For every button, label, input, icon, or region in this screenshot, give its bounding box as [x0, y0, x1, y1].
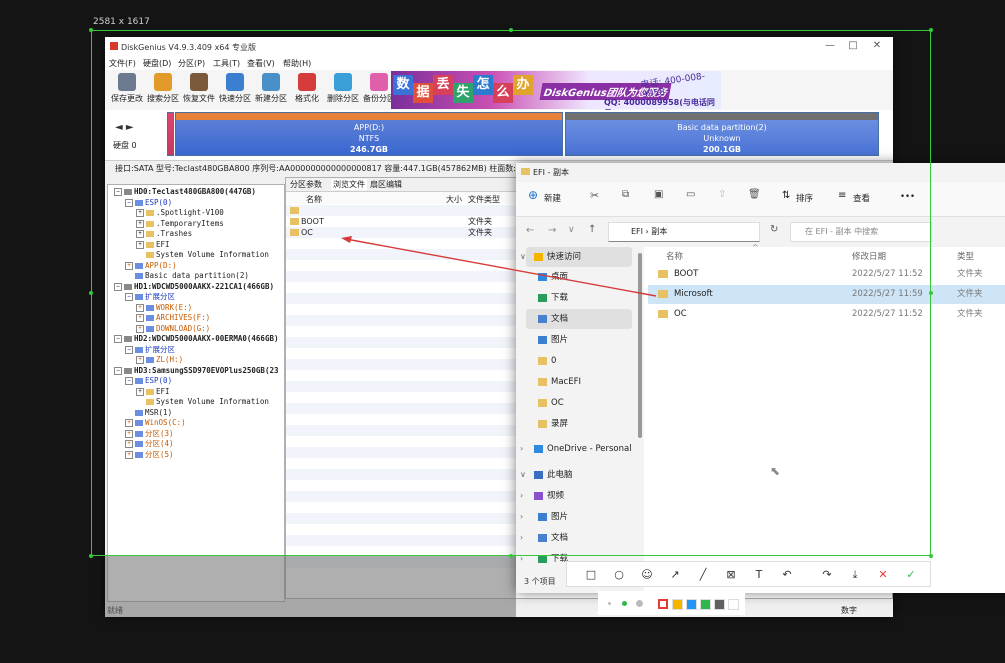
mouse-cursor-icon: ⬉: [770, 464, 781, 478]
explorer-status: 3 个项目: [524, 577, 556, 586]
cancel-icon[interactable]: ✕: [875, 567, 891, 583]
resize-handle[interactable]: [89, 28, 93, 32]
capture-frame[interactable]: [91, 30, 931, 556]
status-numlock: 数字: [841, 606, 857, 615]
large-dot-icon[interactable]: [635, 599, 643, 607]
file-type: 文件夹: [957, 289, 983, 299]
dim-overlay-bottom: [105, 556, 516, 617]
undo-icon[interactable]: ↶: [779, 567, 795, 583]
small-dot-icon[interactable]: [607, 601, 611, 605]
resize-handle[interactable]: [929, 291, 933, 295]
color-swatch[interactable]: [658, 599, 668, 609]
resize-handle[interactable]: [509, 28, 513, 32]
capture-size-label: 2581 x 1617: [93, 17, 150, 27]
file-type: 文件夹: [957, 269, 983, 279]
color-swatch[interactable]: [686, 599, 697, 610]
color-swatch[interactable]: [728, 599, 739, 610]
resize-handle[interactable]: [929, 28, 933, 32]
color-swatch[interactable]: [672, 599, 683, 610]
annotation-toolbar: □ ○ ☺ ↗ ╱ ⊠ T ↶ ↷ ⤓ ✕ ✓: [566, 561, 931, 587]
resize-handle[interactable]: [929, 554, 933, 558]
color-swatch[interactable]: [714, 599, 725, 610]
save-icon[interactable]: ⤓: [847, 567, 863, 583]
mosaic-tool-icon[interactable]: ⊠: [723, 567, 739, 583]
text-tool-icon[interactable]: T: [751, 567, 767, 583]
ellipse-tool-icon[interactable]: ○: [611, 567, 627, 583]
line-tool-icon[interactable]: ╱: [695, 567, 711, 583]
resize-handle[interactable]: [509, 554, 513, 558]
rect-tool-icon[interactable]: □: [583, 567, 599, 583]
color-palette: [598, 591, 745, 615]
confirm-icon[interactable]: ✓: [903, 567, 919, 583]
medium-dot-icon[interactable]: [621, 600, 627, 606]
resize-handle[interactable]: [89, 554, 93, 558]
redo-icon[interactable]: ↷: [819, 567, 835, 583]
color-swatch[interactable]: [700, 599, 711, 610]
emoji-tool-icon[interactable]: ☺: [639, 567, 655, 583]
arrow-tool-icon[interactable]: ↗: [667, 567, 683, 583]
file-type: 文件夹: [957, 309, 983, 319]
col-type[interactable]: 类型: [957, 250, 974, 262]
resize-handle[interactable]: [89, 291, 93, 295]
